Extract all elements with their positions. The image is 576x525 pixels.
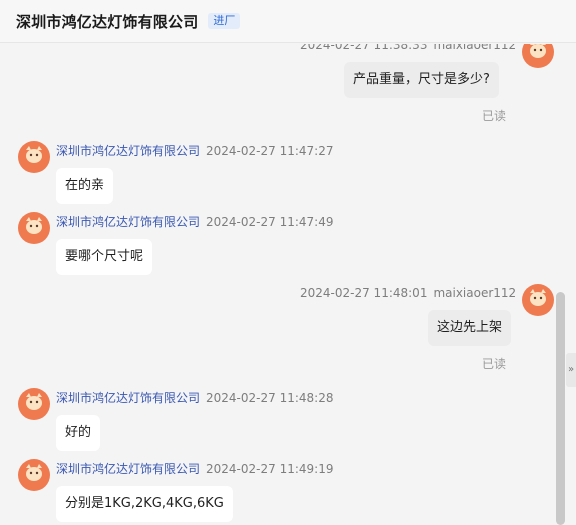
message-time: 2024-02-27 11:47:27	[206, 144, 334, 158]
message-meta: 2024-02-27 11:48:01 maixiaoer112	[300, 286, 517, 300]
double-chevron-right-icon[interactable]: »	[566, 353, 576, 387]
read-receipt: 已读	[482, 357, 507, 371]
chat-title: 深圳市鸿亿达灯饰有限公司	[16, 12, 199, 31]
avatar[interactable]	[522, 284, 554, 316]
message-meta: 深圳市鸿亿达灯饰有限公司 2024-02-27 11:49:19	[56, 460, 333, 477]
message-meta: 深圳市鸿亿达灯饰有限公司 2024-02-27 11:48:28	[56, 389, 333, 406]
avatar[interactable]	[18, 459, 50, 491]
message-bubble[interactable]: 好的	[56, 415, 101, 451]
message-time: 2024-02-27 11:48:01	[300, 286, 428, 300]
scrollbar-thumb[interactable]	[556, 292, 565, 525]
status-tag[interactable]: 进厂	[208, 13, 241, 29]
avatar[interactable]	[18, 388, 50, 420]
message-meta: 2024-02-27 11:38:33 maixiaoer112	[300, 44, 517, 52]
sender-name: 深圳市鸿亿达灯饰有限公司	[56, 144, 201, 158]
chat-window: 深圳市鸿亿达灯饰有限公司 进厂 2024-02-27 11:38:33 maixi…	[0, 0, 576, 525]
message-time: 2024-02-27 11:48:28	[206, 391, 334, 405]
message-time: 2024-02-27 11:38:33	[300, 44, 428, 52]
sender-name: 深圳市鸿亿达灯饰有限公司	[56, 391, 201, 405]
chat-header: 深圳市鸿亿达灯饰有限公司 进厂	[0, 0, 576, 43]
avatar[interactable]	[18, 212, 50, 244]
sender-name: maixiaoer112	[433, 286, 517, 300]
message-time: 2024-02-27 11:47:49	[206, 215, 334, 229]
message-bubble[interactable]: 这边先上架	[428, 310, 512, 346]
read-receipt: 已读	[482, 109, 507, 123]
message-list[interactable]: 2024-02-27 11:38:33 maixiaoer112 产品重量，尺寸是…	[0, 44, 576, 525]
message-bubble[interactable]: 产品重量，尺寸是多少?	[344, 62, 499, 98]
message-meta: 深圳市鸿亿达灯饰有限公司 2024-02-27 11:47:27	[56, 142, 333, 159]
sender-name: 深圳市鸿亿达灯饰有限公司	[56, 462, 201, 476]
avatar[interactable]	[522, 44, 554, 68]
sender-name: maixiaoer112	[433, 44, 517, 52]
avatar[interactable]	[18, 141, 50, 173]
message-bubble[interactable]: 要哪个尺寸呢	[56, 239, 153, 275]
message-time: 2024-02-27 11:49:19	[206, 462, 334, 476]
sender-name: 深圳市鸿亿达灯饰有限公司	[56, 215, 201, 229]
message-bubble[interactable]: 分别是1KG,2KG,4KG,6KG	[56, 486, 233, 522]
message-meta: 深圳市鸿亿达灯饰有限公司 2024-02-27 11:47:49	[56, 213, 333, 230]
message-bubble[interactable]: 在的亲	[56, 168, 114, 204]
